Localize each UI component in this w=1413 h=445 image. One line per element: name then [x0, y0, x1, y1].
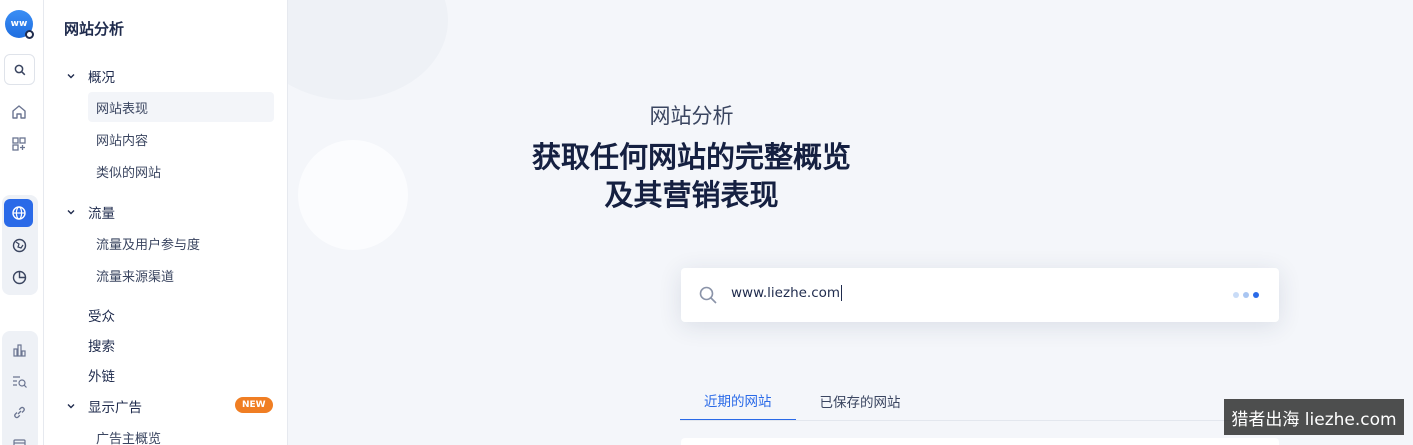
- nav-item-label: 广告主概览: [96, 431, 162, 445]
- search-input-value: www.liezhe.com: [731, 285, 841, 301]
- search-icon: [14, 64, 25, 75]
- loading-dot: [1253, 292, 1259, 298]
- nav-item-website-performance[interactable]: 网站表现: [88, 92, 274, 122]
- search-button[interactable]: [4, 54, 35, 85]
- pie-chart-icon: [12, 270, 26, 284]
- page-headline: 获取任何网站的完整概览 及其营销表现: [288, 138, 1383, 214]
- chevron-down-icon: [66, 207, 80, 217]
- tab-saved-sites[interactable]: 已保存的网站: [796, 380, 925, 421]
- nav-item-label: 网站表现: [96, 101, 149, 117]
- segments-button[interactable]: [8, 266, 30, 288]
- market-analysis-button[interactable]: [8, 234, 30, 256]
- tab-recent-sites[interactable]: 近期的网站: [680, 380, 796, 421]
- nav-section-traffic[interactable]: 流量: [66, 202, 115, 222]
- nav-section-search[interactable]: 搜索: [88, 335, 115, 355]
- nav-section-overview[interactable]: 概况: [66, 66, 115, 86]
- logo-badge: [25, 30, 34, 39]
- main-content: 网站分析 获取任何网站的完整概览 及其营销表现 www.liezhe.com 近…: [288, 0, 1413, 445]
- link-icon: [13, 406, 25, 418]
- nav-item-advertiser-overview[interactable]: 广告主概览: [88, 422, 274, 445]
- keyword-research-button[interactable]: [8, 370, 30, 392]
- loading-dot: [1243, 292, 1249, 298]
- backlinks-button[interactable]: [8, 401, 30, 423]
- headline-line-2: 及其营销表现: [604, 178, 779, 212]
- background-decoration: [288, 0, 448, 100]
- apps-button[interactable]: [8, 133, 30, 155]
- loading-dot: [1233, 292, 1239, 298]
- nav-item-traffic-channels[interactable]: 流量来源渠道: [88, 260, 274, 290]
- tab-label: 近期的网站: [704, 393, 772, 410]
- search-input[interactable]: www.liezhe.com: [731, 285, 843, 301]
- watermark: 猎者出海 liezhe.com: [1224, 399, 1404, 435]
- website-search-box[interactable]: www.liezhe.com: [681, 268, 1279, 322]
- benchmark-button[interactable]: [8, 339, 30, 361]
- page-title: 网站分析: [649, 104, 734, 128]
- headline-line-1: 获取任何网站的完整概览: [531, 140, 851, 174]
- site-list-card: [681, 438, 1279, 445]
- nav-section-display-ads[interactable]: 显示广告: [66, 396, 142, 416]
- nav-section-backlinks[interactable]: 外链: [88, 365, 115, 385]
- icon-rail: ww: [0, 0, 44, 445]
- loading-dots: [1233, 292, 1259, 298]
- nav-section-label: 流量: [88, 206, 115, 222]
- nav-item-label: 流量来源渠道: [96, 269, 175, 285]
- nav-item-similar-sites[interactable]: 类似的网站: [88, 156, 274, 186]
- tabs-divider: [680, 420, 1280, 421]
- nav-item-website-content[interactable]: 网站内容: [88, 124, 274, 154]
- keyword-search-icon: [12, 375, 27, 388]
- nav-section-label: 概况: [88, 70, 115, 86]
- nav-section-label: 显示广告: [88, 400, 142, 416]
- nav-item-label: 网站内容: [96, 133, 149, 149]
- website-analysis-nav: 网站分析 概况 网站表现 网站内容 类似的网站 流量 流量及用户参与度 流量来源…: [44, 0, 288, 445]
- tab-label: 已保存的网站: [819, 394, 901, 411]
- chevron-down-icon: [66, 71, 80, 81]
- logo-text: ww: [10, 19, 28, 29]
- nav-section-label: 外链: [88, 369, 115, 385]
- home-button[interactable]: [8, 101, 30, 123]
- market-globe-icon: [12, 238, 26, 252]
- new-badge: NEW: [235, 397, 273, 413]
- nav-title: 网站分析: [64, 20, 125, 38]
- nav-item-traffic-engagement[interactable]: 流量及用户参与度: [88, 228, 274, 258]
- nav-item-label: 类似的网站: [96, 165, 162, 181]
- website-tabs: 近期的网站 已保存的网站: [680, 380, 925, 421]
- globe-icon: [11, 206, 26, 220]
- bar-chart-icon: [12, 343, 26, 357]
- text-caret: [841, 285, 843, 301]
- nav-section-label: 搜索: [88, 339, 115, 355]
- chevron-down-icon: [66, 401, 80, 411]
- ads-button[interactable]: [8, 432, 30, 445]
- website-analysis-button[interactable]: [4, 199, 33, 227]
- search-icon: [698, 285, 718, 305]
- home-icon: [12, 105, 26, 119]
- nav-item-label: 流量及用户参与度: [96, 237, 201, 253]
- apps-icon: [12, 137, 26, 151]
- nav-section-label: 受众: [88, 309, 115, 325]
- ads-icon: [12, 438, 26, 445]
- nav-section-audience[interactable]: 受众: [88, 305, 115, 325]
